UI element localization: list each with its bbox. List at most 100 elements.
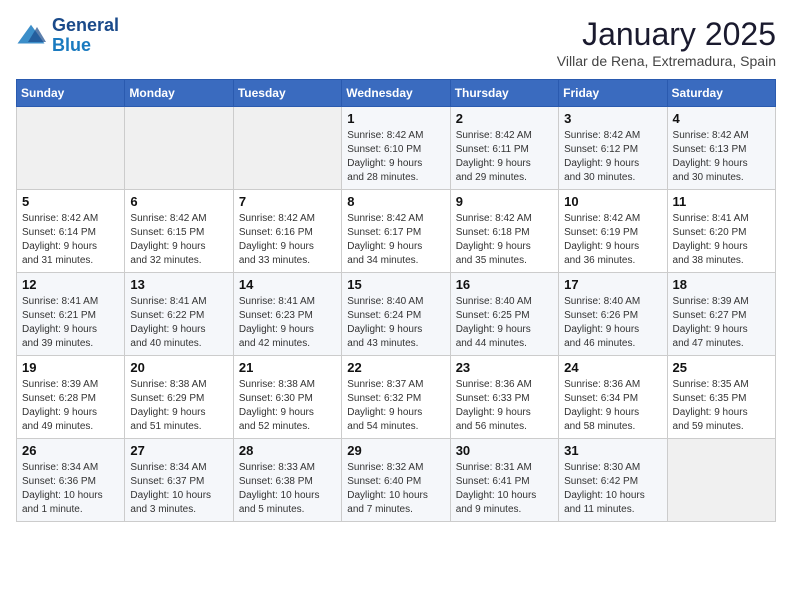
day-detail: Sunrise: 8:41 AM Sunset: 6:22 PM Dayligh… [130,295,227,351]
weekday-header-wednesday: Wednesday [342,80,450,107]
logo: General Blue [16,16,119,56]
day-detail: Sunrise: 8:38 AM Sunset: 6:29 PM Dayligh… [130,378,227,434]
calendar-table: SundayMondayTuesdayWednesdayThursdayFrid… [16,79,776,522]
calendar-cell: 20 Sunrise: 8:38 AM Sunset: 6:29 PM Dayli… [125,356,233,439]
weekday-header-thursday: Thursday [450,80,558,107]
calendar-cell: 2Sunrise: 8:42 AM Sunset: 6:11 PM Daylig… [450,107,558,190]
day-detail: Sunrise: 8:42 AM Sunset: 6:19 PM Dayligh… [564,212,661,268]
day-number: 1 [347,111,444,126]
logo-text: General Blue [52,16,119,56]
day-number: 11 [673,194,770,209]
day-number: 17 [564,277,661,292]
day-detail: Sunrise: 8:40 AM Sunset: 6:24 PM Dayligh… [347,295,444,351]
weekday-header-tuesday: Tuesday [233,80,341,107]
calendar-cell: 30 Sunrise: 8:31 AM Sunset: 6:41 PM Dayli… [450,439,558,522]
day-number: 24 [564,360,661,375]
day-detail: Sunrise: 8:31 AM Sunset: 6:41 PM Dayligh… [456,461,553,517]
day-number: 13 [130,277,227,292]
day-detail: Sunrise: 8:34 AM Sunset: 6:36 PM Dayligh… [22,461,119,517]
day-number: 19 [22,360,119,375]
day-number: 7 [239,194,336,209]
day-number: 23 [456,360,553,375]
day-number: 6 [130,194,227,209]
day-number: 28 [239,443,336,458]
weekday-header-row: SundayMondayTuesdayWednesdayThursdayFrid… [17,80,776,107]
day-number: 10 [564,194,661,209]
day-detail: Sunrise: 8:40 AM Sunset: 6:25 PM Dayligh… [456,295,553,351]
day-number: 4 [673,111,770,126]
day-number: 20 [130,360,227,375]
day-detail: Sunrise: 8:32 AM Sunset: 6:40 PM Dayligh… [347,461,444,517]
month-title: January 2025 [557,16,776,53]
calendar-cell: 9Sunrise: 8:42 AM Sunset: 6:18 PM Daylig… [450,190,558,273]
calendar-cell: 1 Sunrise: 8:42 AM Sunset: 6:10 PM Daylig… [342,107,450,190]
calendar-body: 1 Sunrise: 8:42 AM Sunset: 6:10 PM Daylig… [17,107,776,522]
calendar-cell [667,439,775,522]
location: Villar de Rena, Extremadura, Spain [557,53,776,69]
day-detail: Sunrise: 8:42 AM Sunset: 6:12 PM Dayligh… [564,129,661,185]
calendar-cell: 19Sunrise: 8:39 AM Sunset: 6:28 PM Dayli… [17,356,125,439]
calendar-week-row: 1 Sunrise: 8:42 AM Sunset: 6:10 PM Daylig… [17,107,776,190]
calendar-cell: 4 Sunrise: 8:42 AM Sunset: 6:13 PM Daylig… [667,107,775,190]
day-number: 3 [564,111,661,126]
calendar-cell: 18 Sunrise: 8:39 AM Sunset: 6:27 PM Dayli… [667,273,775,356]
day-number: 31 [564,443,661,458]
day-detail: Sunrise: 8:30 AM Sunset: 6:42 PM Dayligh… [564,461,661,517]
day-detail: Sunrise: 8:41 AM Sunset: 6:20 PM Dayligh… [673,212,770,268]
day-number: 15 [347,277,444,292]
day-detail: Sunrise: 8:42 AM Sunset: 6:16 PM Dayligh… [239,212,336,268]
day-detail: Sunrise: 8:40 AM Sunset: 6:26 PM Dayligh… [564,295,661,351]
calendar-cell: 21Sunrise: 8:38 AM Sunset: 6:30 PM Dayli… [233,356,341,439]
weekday-header-friday: Friday [559,80,667,107]
day-detail: Sunrise: 8:42 AM Sunset: 6:17 PM Dayligh… [347,212,444,268]
day-detail: Sunrise: 8:39 AM Sunset: 6:27 PM Dayligh… [673,295,770,351]
calendar-cell: 25 Sunrise: 8:35 AM Sunset: 6:35 PM Dayli… [667,356,775,439]
weekday-header-sunday: Sunday [17,80,125,107]
calendar-cell: 3 Sunrise: 8:42 AM Sunset: 6:12 PM Daylig… [559,107,667,190]
day-number: 14 [239,277,336,292]
calendar-cell: 13 Sunrise: 8:41 AM Sunset: 6:22 PM Dayli… [125,273,233,356]
weekday-header-monday: Monday [125,80,233,107]
calendar-cell [17,107,125,190]
day-detail: Sunrise: 8:36 AM Sunset: 6:33 PM Dayligh… [456,378,553,434]
calendar-week-row: 12Sunrise: 8:41 AM Sunset: 6:21 PM Dayli… [17,273,776,356]
day-detail: Sunrise: 8:42 AM Sunset: 6:14 PM Dayligh… [22,212,119,268]
day-detail: Sunrise: 8:42 AM Sunset: 6:11 PM Dayligh… [456,129,553,185]
calendar-cell [233,107,341,190]
day-detail: Sunrise: 8:42 AM Sunset: 6:13 PM Dayligh… [673,129,770,185]
logo-general: General [52,16,119,36]
day-number: 25 [673,360,770,375]
day-detail: Sunrise: 8:34 AM Sunset: 6:37 PM Dayligh… [130,461,227,517]
day-number: 30 [456,443,553,458]
day-detail: Sunrise: 8:33 AM Sunset: 6:38 PM Dayligh… [239,461,336,517]
logo-icon [16,21,46,51]
calendar-cell: 24 Sunrise: 8:36 AM Sunset: 6:34 PM Dayli… [559,356,667,439]
calendar-cell: 11 Sunrise: 8:41 AM Sunset: 6:20 PM Dayli… [667,190,775,273]
title-block: January 2025 Villar de Rena, Extremadura… [557,16,776,69]
calendar-cell: 17 Sunrise: 8:40 AM Sunset: 6:26 PM Dayli… [559,273,667,356]
day-number: 18 [673,277,770,292]
day-number: 16 [456,277,553,292]
calendar-cell: 16 Sunrise: 8:40 AM Sunset: 6:25 PM Dayli… [450,273,558,356]
calendar-cell: 31 Sunrise: 8:30 AM Sunset: 6:42 PM Dayli… [559,439,667,522]
calendar-cell: 22Sunrise: 8:37 AM Sunset: 6:32 PM Dayli… [342,356,450,439]
day-detail: Sunrise: 8:37 AM Sunset: 6:32 PM Dayligh… [347,378,444,434]
calendar-header: SundayMondayTuesdayWednesdayThursdayFrid… [17,80,776,107]
calendar-cell: 26Sunrise: 8:34 AM Sunset: 6:36 PM Dayli… [17,439,125,522]
day-number: 8 [347,194,444,209]
day-detail: Sunrise: 8:42 AM Sunset: 6:15 PM Dayligh… [130,212,227,268]
calendar-cell: 23 Sunrise: 8:36 AM Sunset: 6:33 PM Dayli… [450,356,558,439]
calendar-cell: 15 Sunrise: 8:40 AM Sunset: 6:24 PM Dayli… [342,273,450,356]
calendar-cell: 8 Sunrise: 8:42 AM Sunset: 6:17 PM Daylig… [342,190,450,273]
day-detail: Sunrise: 8:42 AM Sunset: 6:10 PM Dayligh… [347,129,444,185]
day-detail: Sunrise: 8:35 AM Sunset: 6:35 PM Dayligh… [673,378,770,434]
weekday-header-saturday: Saturday [667,80,775,107]
calendar-cell: 6 Sunrise: 8:42 AM Sunset: 6:15 PM Daylig… [125,190,233,273]
day-detail: Sunrise: 8:36 AM Sunset: 6:34 PM Dayligh… [564,378,661,434]
calendar-cell: 14 Sunrise: 8:41 AM Sunset: 6:23 PM Dayli… [233,273,341,356]
day-number: 9 [456,194,553,209]
day-detail: Sunrise: 8:41 AM Sunset: 6:23 PM Dayligh… [239,295,336,351]
calendar-week-row: 26Sunrise: 8:34 AM Sunset: 6:36 PM Dayli… [17,439,776,522]
page-header: General Blue January 2025 Villar de Rena… [16,16,776,69]
calendar-cell [125,107,233,190]
